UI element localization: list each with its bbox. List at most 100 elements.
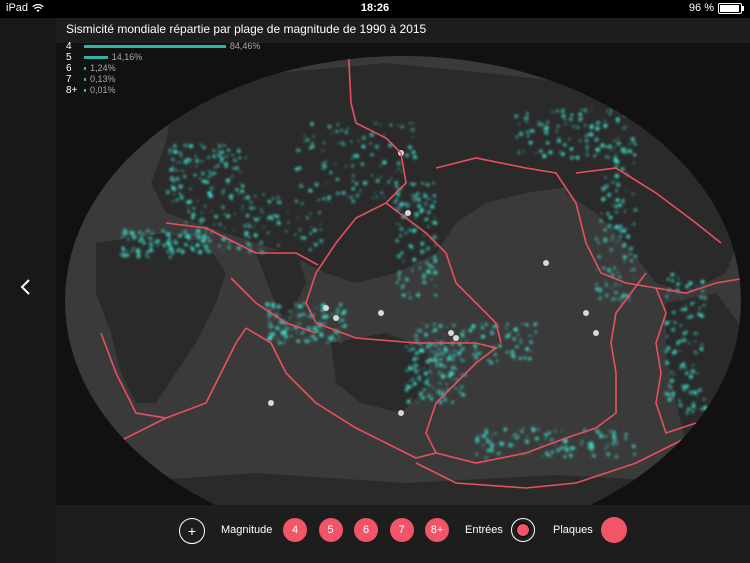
magnitude-7-button[interactable]: 7: [389, 518, 414, 542]
earthquake-dot: [608, 429, 611, 432]
earthquake-dot: [197, 249, 203, 255]
earthquake-dot: [425, 359, 430, 364]
world-map[interactable]: [56, 43, 750, 505]
earthquake-dot: [544, 451, 550, 456]
earthquake-dot: [430, 372, 432, 374]
earthquake-dot: [310, 141, 315, 146]
earthquake-dot: [458, 390, 461, 393]
earthquake-dot: [412, 366, 417, 371]
earthquake-dot: [602, 266, 606, 270]
earthquake-dot: [682, 387, 686, 391]
earthquake-dot: [297, 216, 300, 219]
earthquake-dot: [223, 227, 226, 230]
earthquake-dot: [416, 357, 419, 360]
earthquake-dot: [275, 214, 280, 219]
earthquake-dot: [217, 143, 222, 149]
earthquake-dot: [412, 155, 418, 160]
earthquake-dot: [336, 191, 340, 196]
earthquake-dot: [338, 302, 343, 307]
earthquake-dot: [564, 442, 567, 445]
earthquake-dot: [417, 197, 421, 200]
earthquake-dot: [607, 156, 611, 159]
earthquake-dot: [119, 252, 124, 257]
earthquake-dot: [409, 380, 412, 382]
earthquake-dot: [294, 233, 297, 236]
earthquake-dot: [172, 168, 175, 171]
zoom-in-button[interactable]: +: [179, 518, 205, 544]
earthquake-dot: [508, 443, 513, 448]
earthquake-dot: [434, 284, 436, 287]
earthquake-dot: [493, 352, 498, 357]
earthquake-dot: [534, 152, 537, 155]
earthquake-dot: [319, 223, 322, 225]
earthquake-dot: [342, 309, 347, 314]
earthquake-dot: [308, 188, 313, 193]
earthquake-dot: [475, 453, 478, 456]
magnitude-5-button[interactable]: 5: [318, 518, 343, 542]
earthquake-dot: [673, 320, 677, 325]
earthquake-dot: [607, 144, 613, 149]
earthquake-dot: [683, 365, 687, 369]
earthquake-dot: [330, 132, 333, 134]
earthquake-dot: [174, 240, 179, 245]
earthquake-dot: [430, 397, 434, 401]
earthquake-dot: [681, 385, 684, 388]
earthquake-dot: [172, 166, 175, 169]
earthquake-dot: [685, 284, 690, 288]
earthquake-dot: [399, 208, 402, 211]
earthquake-dot: [430, 197, 433, 200]
earthquake-dot: [351, 174, 355, 177]
earthquake-dot: [525, 347, 529, 351]
earthquake-dot: [600, 212, 603, 215]
earthquake-dot: [322, 197, 325, 200]
major-earthquake-marker: [405, 210, 411, 216]
earthquake-dot: [600, 143, 605, 148]
back-button[interactable]: [14, 276, 38, 302]
earthquake-dot: [338, 318, 343, 323]
earthquake-dot: [321, 150, 324, 152]
earthquake-dot: [179, 152, 183, 155]
earthquake-dot: [610, 271, 612, 274]
earthquake-dot: [564, 123, 567, 125]
earthquake-dot: [608, 215, 613, 220]
earthquake-dot: [209, 171, 214, 177]
earthquake-dot: [451, 365, 456, 370]
earthquake-dot: [615, 198, 620, 203]
earthquake-dot: [240, 189, 245, 194]
entries-toggle[interactable]: [511, 518, 535, 542]
earthquake-dot: [310, 122, 314, 126]
earthquake-dot: [429, 358, 433, 362]
magnitude-8plus-button[interactable]: 8+: [425, 518, 449, 542]
earthquake-dot: [185, 160, 189, 165]
earthquake-dot: [414, 333, 418, 338]
earthquake-dot: [120, 236, 123, 239]
earthquake-dot: [673, 373, 676, 376]
earthquake-dot: [506, 334, 511, 338]
earthquake-dot: [670, 370, 673, 373]
earthquake-dot: [329, 171, 333, 175]
earthquake-dot: [276, 220, 281, 226]
earthquake-dot: [533, 322, 538, 327]
plates-toggle[interactable]: [601, 517, 627, 543]
earthquake-dot: [530, 350, 532, 352]
earthquake-dot: [629, 110, 633, 113]
earthquake-dot: [589, 441, 594, 446]
magnitude-4-button[interactable]: 4: [283, 518, 307, 542]
magnitude-6-button[interactable]: 6: [354, 518, 378, 542]
earthquake-dot: [684, 339, 687, 342]
earthquake-dot: [204, 247, 207, 250]
earthquake-dot: [245, 195, 250, 200]
earthquake-dot: [268, 321, 272, 325]
earthquake-dot: [398, 195, 400, 198]
earthquake-dot: [226, 214, 231, 219]
earthquake-dot: [605, 435, 608, 438]
earthquake-dot: [130, 230, 135, 236]
earthquake-dot: [173, 144, 177, 148]
earthquake-dot: [569, 147, 574, 151]
earthquake-dot: [304, 339, 309, 344]
earthquake-dot: [400, 201, 403, 204]
earthquake-dot: [628, 253, 632, 256]
earthquake-dot: [617, 109, 619, 112]
earthquake-dot: [629, 269, 633, 272]
earthquake-dot: [306, 216, 309, 220]
